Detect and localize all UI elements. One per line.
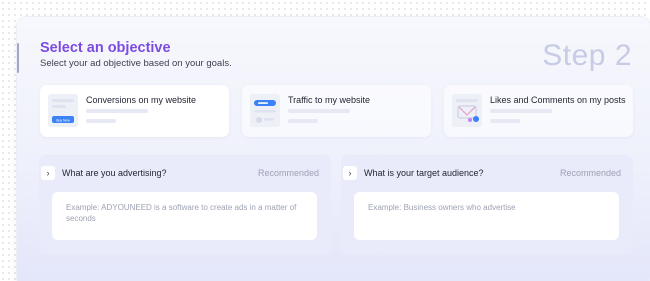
left-accent-bar [17,43,19,73]
buy-now-thumb-label: Buy Now [56,118,70,122]
advertising-panel: › What are you advertising? Recommended [39,155,331,255]
panel-label: What are you advertising? [62,168,167,178]
placeholder-line [490,109,552,113]
recommended-badge: Recommended [559,168,621,178]
audience-panel: › What is your target audience? Recommen… [341,155,633,255]
option-conversions[interactable]: Buy Now Conversions on my website [40,85,229,137]
placeholder-line [490,119,520,123]
option-label: Conversions on my website [86,95,197,105]
shopping-page-icon: Buy Now [48,94,78,127]
step-indicator: Step 2 [542,39,632,72]
option-traffic[interactable]: Traffic to my website [242,85,431,137]
option-label: Likes and Comments on my posts [490,95,626,105]
chevron-right-icon[interactable]: › [343,166,357,180]
page-subtitle: Select your ad objective based on your g… [40,58,232,69]
option-engagement[interactable]: Likes and Comments on my posts [444,85,633,137]
page-title: Select an objective [40,40,171,56]
audience-input[interactable] [354,192,619,240]
browser-traffic-icon [250,94,280,127]
placeholder-line [86,119,116,123]
objective-card: Select an objective Select your ad objec… [17,17,650,281]
chevron-right-icon[interactable]: › [41,166,55,180]
option-label: Traffic to my website [288,95,371,105]
recommended-badge: Recommended [257,168,319,178]
placeholder-line [86,109,148,113]
placeholder-line [288,109,350,113]
panel-label: What is your target audience? [364,168,484,178]
placeholder-line [288,119,318,123]
social-post-icon [452,94,482,127]
advertising-input[interactable] [52,192,317,240]
